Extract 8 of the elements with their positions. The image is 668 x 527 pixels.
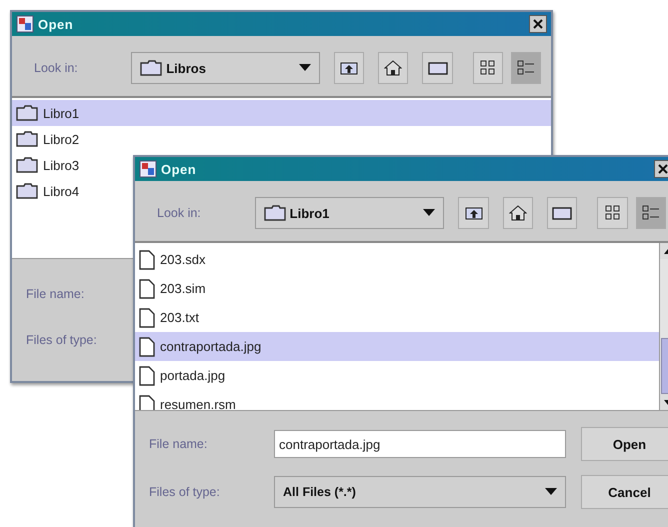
window-title: Open: [161, 162, 196, 176]
window-title: Open: [38, 16, 74, 32]
look-in-label: Look in:: [157, 206, 202, 220]
file-type-label: Files of type:: [26, 333, 98, 347]
file-type-label: Files of type:: [149, 485, 221, 499]
look-in-label: Look in:: [34, 61, 79, 75]
file-name-label: File name:: [26, 287, 86, 301]
file-name-label: File name:: [149, 437, 208, 451]
